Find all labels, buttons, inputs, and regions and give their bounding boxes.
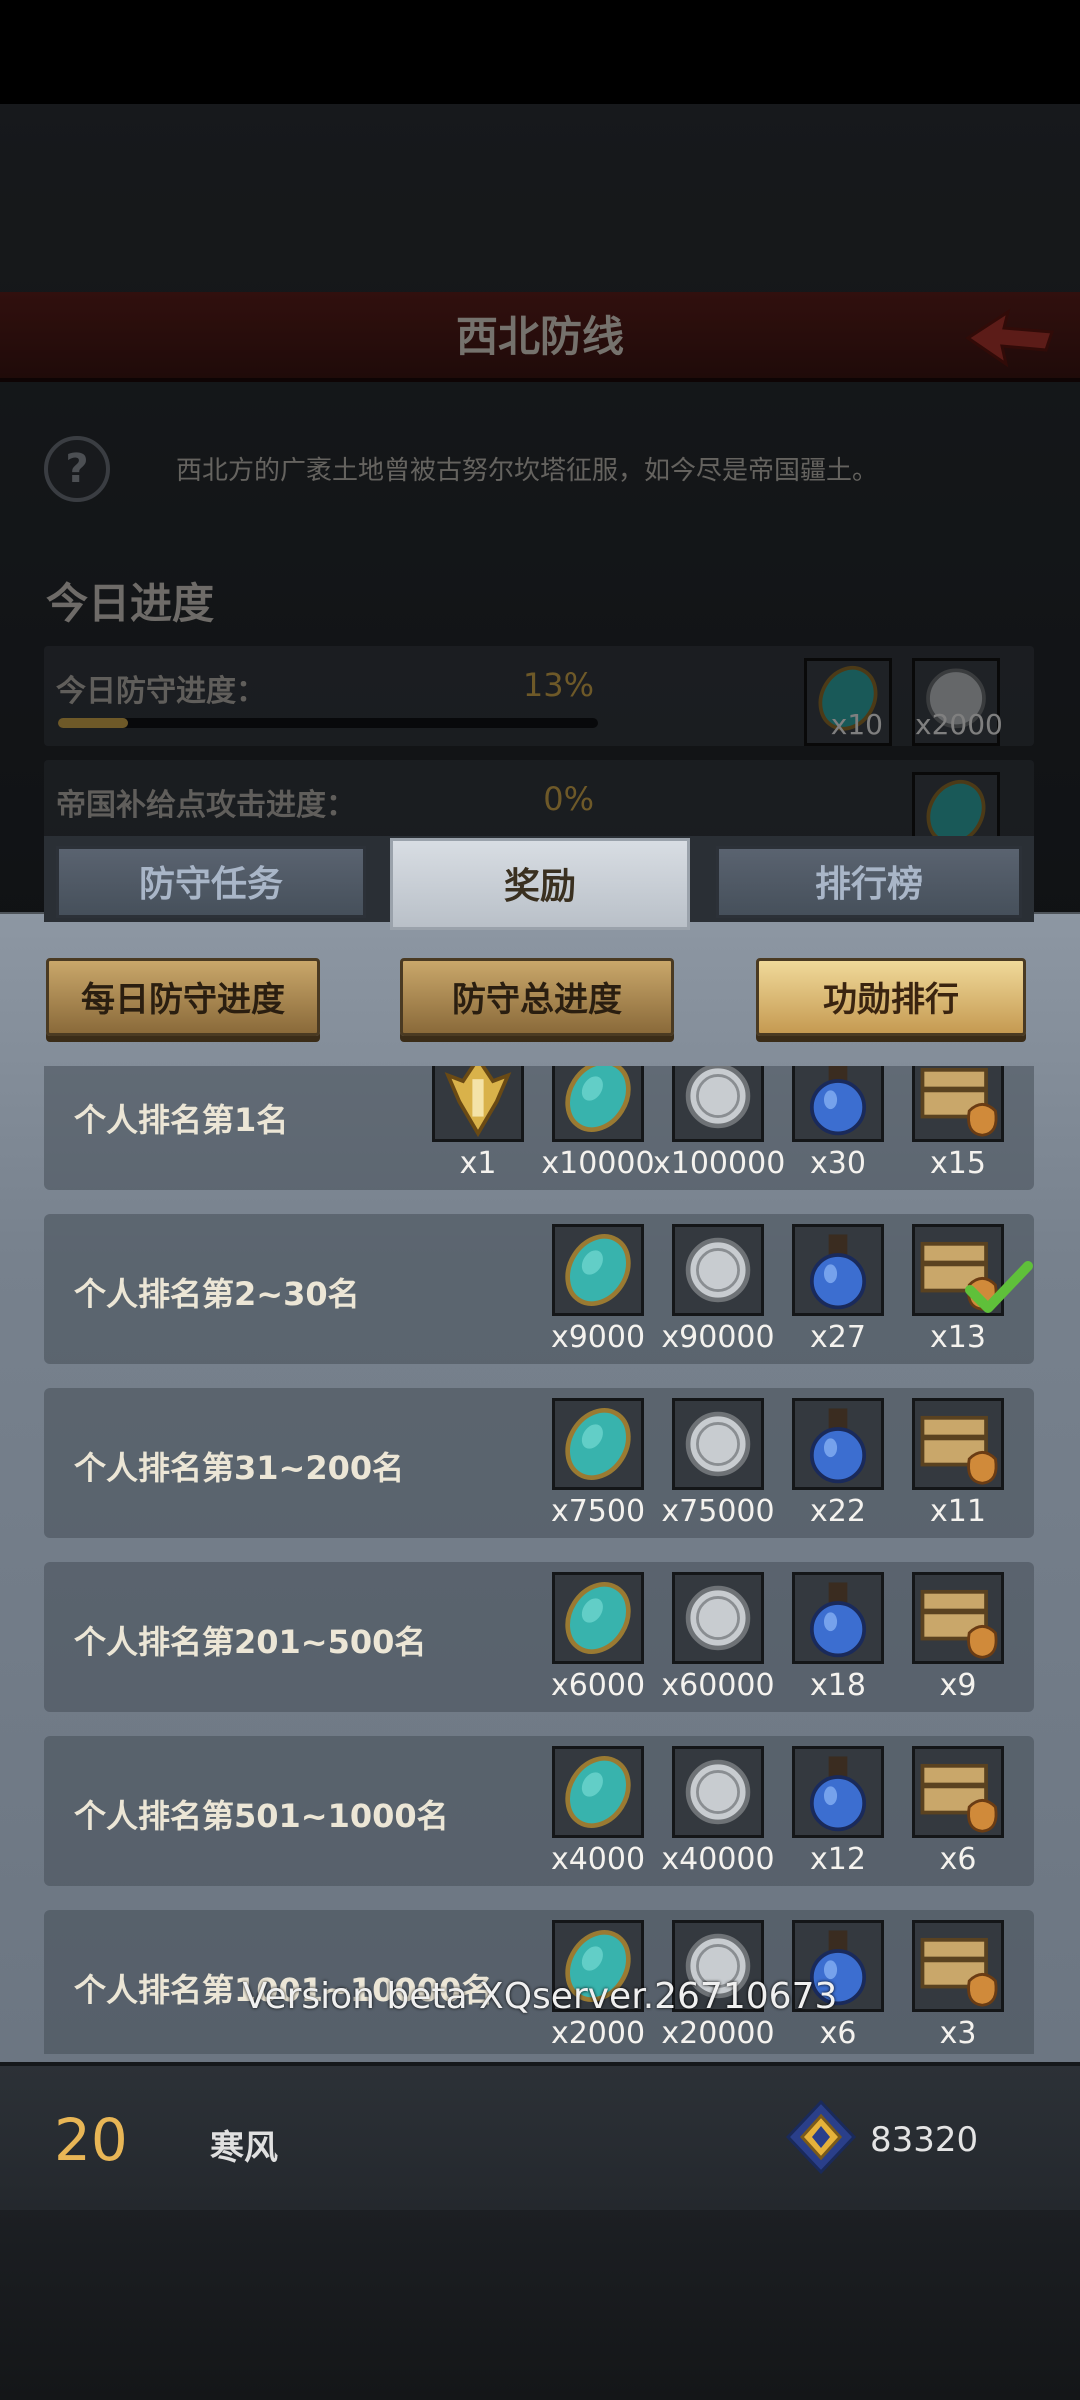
emblem-icon[interactable] <box>432 1066 524 1142</box>
reward-row: 个人排名第501~1000名 x4000 x40000 x12 x6 <box>44 1736 1034 1886</box>
reward-count: x22 <box>810 1494 866 1529</box>
gem-icon[interactable] <box>552 1224 644 1316</box>
gem-icon[interactable] <box>552 1572 644 1664</box>
gem-icon[interactable] <box>552 1398 644 1490</box>
tab-defense-tasks[interactable]: 防守任务 <box>56 846 366 918</box>
reward-count: x90000 <box>661 1320 775 1355</box>
rank-range-label: 个人排名第501~1000名 <box>74 1797 449 1835</box>
progress-row-daily-defense: 今日防守进度： 13% x10 x2000 <box>44 646 1034 746</box>
progress-track <box>58 718 598 728</box>
reward-count: x10000 <box>541 1146 655 1181</box>
progress-value: 13% <box>522 666 594 704</box>
reward-count: x9 <box>939 1668 977 1703</box>
reward-count: x4000 <box>550 1842 646 1877</box>
reward-count: x6000 <box>550 1668 646 1703</box>
player-footer: 20 寒风 83320 <box>0 2062 1080 2210</box>
help-icon[interactable]: ? <box>44 436 110 502</box>
reward-count: x75000 <box>661 1494 775 1529</box>
rank-range-label: 个人排名第201~500名 <box>74 1623 427 1661</box>
reward-count: x11 <box>930 1494 986 1529</box>
chest-icon[interactable] <box>912 1066 1004 1142</box>
status-bar-area <box>0 0 1080 104</box>
silver-coin-icon[interactable] <box>672 1572 764 1664</box>
reward-count: x2000 <box>550 2016 646 2051</box>
reward-count: x6 <box>819 2016 857 2051</box>
back-arrow-icon[interactable] <box>960 304 1060 370</box>
potion-icon[interactable] <box>792 1398 884 1490</box>
gem-icon[interactable] <box>552 1746 644 1838</box>
reward-count: x27 <box>810 1320 866 1355</box>
reward-count: x100000 <box>653 1146 786 1181</box>
chest-icon[interactable] <box>912 1746 1004 1838</box>
merit-icon <box>785 2099 857 2175</box>
daily-defense-progress-button[interactable]: 每日防守进度 <box>46 958 320 1036</box>
gem-icon[interactable]: x10 <box>804 658 892 746</box>
tab-leaderboard[interactable]: 排行榜 <box>716 846 1022 918</box>
reward-count: x7500 <box>550 1494 646 1529</box>
version-label: Version beta XQserver.26710673 <box>242 1976 838 2017</box>
title-bar: 西北防线 <box>0 292 1080 382</box>
reward-count: x30 <box>810 1146 866 1181</box>
tab-rewards[interactable]: 奖励 <box>390 838 690 930</box>
silver-coin-icon[interactable]: x2000 <box>912 658 1003 746</box>
reward-row: 个人排名第201~500名 x6000 x60000 x18 x9 <box>44 1562 1034 1712</box>
silver-coin-icon[interactable] <box>672 1398 764 1490</box>
potion-icon[interactable] <box>792 1746 884 1838</box>
progress-fill <box>58 718 129 728</box>
total-defense-progress-button[interactable]: 防守总进度 <box>400 958 674 1036</box>
player-rank: 20 <box>54 2106 128 2174</box>
reward-row: 个人排名第1名 x1 x10000 x100000 x30 x15 <box>44 1066 1034 1190</box>
reward-count: x9000 <box>550 1320 646 1355</box>
claimed-check-icon <box>965 1261 1033 1313</box>
description-row: ? 西北方的广袤土地曾被古努尔坎塔征服，如今尽是帝国疆土。 <box>44 436 1044 506</box>
reward-list[interactable]: 个人排名第1名 x1 x10000 x100000 x30 x15 个人排名第2~30名 x9… <box>44 1066 1034 2054</box>
reward-row: 个人排名第31~200名 x7500 x75000 x22 x11 <box>44 1388 1034 1538</box>
reward-count: x3 <box>939 2016 977 2051</box>
reward-count: x13 <box>930 1320 986 1355</box>
reward-count: x20000 <box>661 2016 775 2051</box>
silver-coin-icon[interactable] <box>672 1224 764 1316</box>
merit-value: 83320 <box>870 2120 979 2160</box>
potion-icon[interactable] <box>792 1224 884 1316</box>
gem-icon[interactable] <box>552 1066 644 1142</box>
page-title: 西北防线 <box>455 312 624 361</box>
player-name: 寒风 <box>210 2128 278 2168</box>
silver-coin-icon[interactable] <box>672 1746 764 1838</box>
reward-count: x1 <box>459 1146 497 1181</box>
reward-row: 个人排名第2~30名 x9000 x90000 x27 x13 <box>44 1214 1034 1364</box>
rank-range-label: 个人排名第31~200名 <box>74 1449 405 1487</box>
progress-value: 0% <box>543 780 594 818</box>
silver-coin-icon[interactable] <box>672 1066 764 1142</box>
rank-range-label: 个人排名第2~30名 <box>74 1275 360 1313</box>
reward-count: x10 <box>830 708 883 741</box>
reward-count: x18 <box>810 1668 866 1703</box>
section-title: 今日进度 <box>46 579 215 628</box>
reward-count: x15 <box>930 1146 986 1181</box>
potion-icon[interactable] <box>792 1066 884 1142</box>
rank-range-label: 个人排名第1名 <box>74 1101 289 1139</box>
potion-icon[interactable] <box>792 1572 884 1664</box>
bottom-background <box>0 2210 1080 2400</box>
reward-count: x40000 <box>661 1842 775 1877</box>
chest-icon[interactable] <box>912 1572 1004 1664</box>
progress-label: 帝国补给点攻击进度： <box>56 788 356 823</box>
progress-label: 今日防守进度： <box>56 674 266 709</box>
reward-count: x12 <box>810 1842 866 1877</box>
chest-icon[interactable] <box>912 1398 1004 1490</box>
reward-count: x2000 <box>915 708 1003 741</box>
reward-count: x60000 <box>661 1668 775 1703</box>
description-text: 西北方的广袤土地曾被古努尔坎塔征服，如今尽是帝国疆土。 <box>176 456 879 486</box>
merit-ranking-button[interactable]: 功勋排行 <box>756 958 1026 1036</box>
reward-count: x6 <box>939 1842 977 1877</box>
